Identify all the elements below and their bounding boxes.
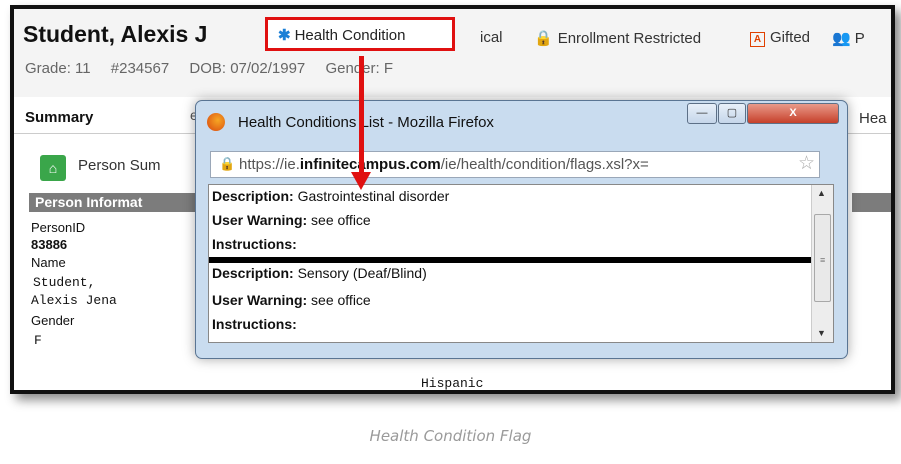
tab-summary[interactable]: Summary <box>25 109 93 126</box>
scroll-up-icon[interactable]: ▲ <box>817 188 826 198</box>
dob-text: DOB: 07/02/1997 <box>189 60 306 77</box>
name-line-1: Student, <box>33 275 96 290</box>
warning-value: see office <box>311 292 371 308</box>
conditions-list: Description: Gastrointestinal disorder U… <box>208 184 834 343</box>
tab-health[interactable]: Hea <box>859 110 887 127</box>
address-bar[interactable]: 🔒 https://ie.infinitecampus.com/ie/healt… <box>210 151 820 178</box>
scroll-thumb[interactable]: ≡ <box>814 214 831 302</box>
instructions-label: Instructions: <box>212 236 297 252</box>
description-label: Description: <box>212 265 294 281</box>
url-path: /ie/health/condition/flags.xsl?x= <box>440 156 649 173</box>
vertical-scrollbar[interactable]: ▲ ≡ ▼ <box>811 185 833 342</box>
condition-1-warning: User Warning: see office <box>212 212 371 228</box>
close-button[interactable]: X <box>747 103 839 124</box>
person-id-label: PersonID <box>31 220 86 235</box>
lock-icon: 🔒 <box>534 30 553 47</box>
people-icon: 👥 <box>832 30 851 47</box>
home-icon: ⌂ <box>40 155 66 181</box>
warning-label: User Warning: <box>212 292 308 308</box>
gifted-flag[interactable]: A Gifted <box>750 29 810 47</box>
warning-label: User Warning: <box>212 212 308 228</box>
bookmark-star-icon[interactable]: ☆ <box>798 152 815 175</box>
enrollment-restricted-flag[interactable]: 🔒 Enrollment Restricted <box>534 29 701 47</box>
ethnicity-value: Hispanic <box>418 376 487 390</box>
lock-icon: 🔒 <box>219 156 236 171</box>
url-domain: infinitecampus.com <box>299 156 441 173</box>
student-demographics: Grade: 11 #234567 DOB: 07/02/1997 Gender… <box>25 60 409 77</box>
warning-value: see office <box>311 212 371 228</box>
popup-title: Health Conditions List - Mozilla Firefox <box>238 114 494 131</box>
name-label: Name <box>31 255 66 270</box>
snowflake-icon: ✱ <box>278 27 291 44</box>
url-prefix: https://ie. <box>239 156 300 173</box>
condition-separator <box>209 257 812 263</box>
student-number: #234567 <box>110 60 170 77</box>
scroll-down-icon[interactable]: ▼ <box>817 328 826 338</box>
health-condition-flag[interactable]: ✱ Health Condition <box>278 26 405 44</box>
student-name: Student, Alexis J <box>23 21 208 47</box>
person-information-header: Person Informat <box>29 193 205 212</box>
grade-text: Grade: 11 <box>25 60 91 77</box>
gifted-icon: A <box>750 32 765 47</box>
people-flag-label: P <box>854 30 865 47</box>
person-id-value: 83886 <box>31 237 68 252</box>
section-header-bar <box>852 193 891 212</box>
student-header: Student, Alexis J ✱ Health Condition ical… <box>14 9 891 99</box>
medical-flag-partial[interactable]: ical <box>480 29 503 46</box>
screenshot-frame: Student, Alexis J ✱ Health Condition ical… <box>10 5 895 394</box>
description-label: Description: <box>212 188 294 204</box>
name-line-2: Alexis Jena <box>31 293 117 308</box>
grip-icon: ≡ <box>820 255 826 265</box>
figure-caption: Health Condition Flag <box>369 427 532 445</box>
condition-1-description: Description: Gastrointestinal disorder <box>212 188 449 204</box>
condition-1-instructions: Instructions: <box>212 236 297 252</box>
condition-2-warning: User Warning: see office <box>212 292 371 308</box>
gifted-label: Gifted <box>770 29 811 46</box>
condition-2-instructions: Instructions: <box>212 316 297 332</box>
condition-2-description: Description: Sensory (Deaf/Blind) <box>212 265 427 281</box>
annotation-arrow-head <box>351 172 371 190</box>
health-condition-label: Health Condition <box>294 27 406 44</box>
maximize-button[interactable]: ▢ <box>718 103 746 124</box>
enrollment-restricted-label: Enrollment Restricted <box>557 30 702 47</box>
health-conditions-popup: Health Conditions List - Mozilla Firefox… <box>195 100 848 359</box>
instructions-label: Instructions: <box>212 316 297 332</box>
description-value: Gastrointestinal disorder <box>297 188 450 204</box>
person-summary-label: Person Sum <box>78 157 161 174</box>
url-text: https://ie.infinitecampus.com/ie/health/… <box>239 156 649 173</box>
minimize-button[interactable]: — <box>687 103 717 124</box>
gender-value: F <box>34 333 42 348</box>
description-value: Sensory (Deaf/Blind) <box>297 265 427 281</box>
people-flag[interactable]: 👥 P <box>832 29 865 47</box>
annotation-arrow <box>359 56 364 173</box>
firefox-icon <box>207 113 225 131</box>
gender-label: Gender <box>31 313 75 328</box>
